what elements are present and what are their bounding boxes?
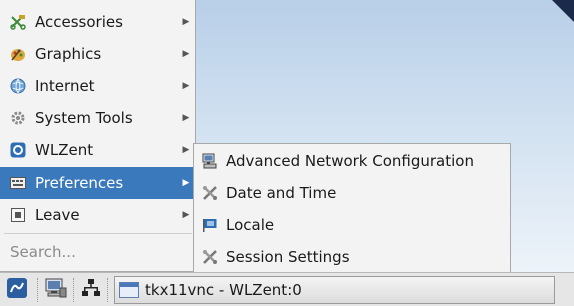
show-desktop-button[interactable] — [42, 276, 70, 304]
date-time-icon — [202, 185, 218, 201]
taskbar-window-button[interactable]: tkx11vnc - WLZent:0 — [114, 275, 555, 304]
submenu-arrow-icon: ▶ — [182, 178, 190, 188]
menu-item-label: Preferences — [35, 174, 124, 192]
graphics-icon — [10, 46, 26, 62]
submenu-arrow-icon: ▶ — [182, 145, 190, 155]
taskbar: tkx11vnc - WLZent:0 — [0, 272, 574, 306]
menu-item-wlzent[interactable]: WLZent ▶ — [0, 134, 195, 166]
submenu-item-label: Session Settings — [226, 248, 350, 266]
main-menu: Accessories ▶ Graphics ▶ Internet ▶ Syst… — [0, 0, 196, 272]
menu-item-graphics[interactable]: Graphics ▶ — [0, 38, 195, 70]
submenu-item-advanced-network-configuration[interactable]: Advanced Network Configuration — [194, 145, 510, 177]
system-tools-icon — [10, 110, 26, 126]
network-icon — [81, 278, 101, 302]
submenu-arrow-icon: ▶ — [182, 81, 190, 91]
desktop-corner-decoration — [552, 0, 574, 22]
menu-item-label: Graphics — [35, 45, 102, 63]
internet-icon — [10, 78, 26, 94]
submenu-item-label: Date and Time — [226, 184, 337, 202]
taskbar-separator — [73, 277, 75, 302]
accessories-icon — [10, 14, 26, 30]
menu-item-accessories[interactable]: Accessories ▶ — [0, 6, 195, 38]
submenu-item-locale[interactable]: Locale — [194, 209, 510, 241]
desktop-icon — [45, 278, 67, 302]
menu-item-label: Internet — [35, 77, 95, 95]
taskbar-separator — [37, 277, 39, 302]
menu-item-label: Leave — [35, 206, 80, 224]
start-menu-icon — [6, 277, 28, 303]
menu-item-label: Accessories — [35, 13, 123, 31]
menu-item-leave[interactable]: Leave ▶ — [0, 199, 195, 231]
taskbar-window-label: tkx11vnc - WLZent:0 — [145, 280, 302, 299]
submenu-item-label: Locale — [226, 216, 275, 234]
submenu-arrow-icon: ▶ — [182, 210, 190, 220]
menu-item-internet[interactable]: Internet ▶ — [0, 70, 195, 102]
window-icon — [119, 281, 139, 298]
network-config-icon — [202, 153, 218, 169]
menu-item-preferences[interactable]: Preferences ▶ — [0, 167, 195, 199]
menu-item-label: System Tools — [35, 109, 133, 127]
menu-item-label: WLZent — [35, 141, 94, 159]
start-menu-button[interactable] — [0, 276, 34, 304]
menu-search-input[interactable] — [0, 234, 195, 270]
submenu-item-label: Advanced Network Configuration — [226, 152, 474, 170]
session-settings-icon — [202, 249, 218, 265]
preferences-submenu: Advanced Network Configuration Date and … — [193, 143, 511, 273]
network-status-button[interactable] — [78, 276, 104, 304]
submenu-arrow-icon: ▶ — [182, 17, 190, 27]
locale-icon — [202, 217, 218, 233]
submenu-arrow-icon: ▶ — [182, 49, 190, 59]
leave-icon — [10, 207, 26, 223]
preferences-icon — [10, 175, 26, 191]
taskbar-separator — [107, 277, 109, 302]
submenu-item-session-settings[interactable]: Session Settings — [194, 241, 510, 273]
menu-item-system-tools[interactable]: System Tools ▶ — [0, 102, 195, 134]
submenu-arrow-icon: ▶ — [182, 113, 190, 123]
submenu-item-date-and-time[interactable]: Date and Time — [194, 177, 510, 209]
wlzent-icon — [10, 142, 26, 158]
